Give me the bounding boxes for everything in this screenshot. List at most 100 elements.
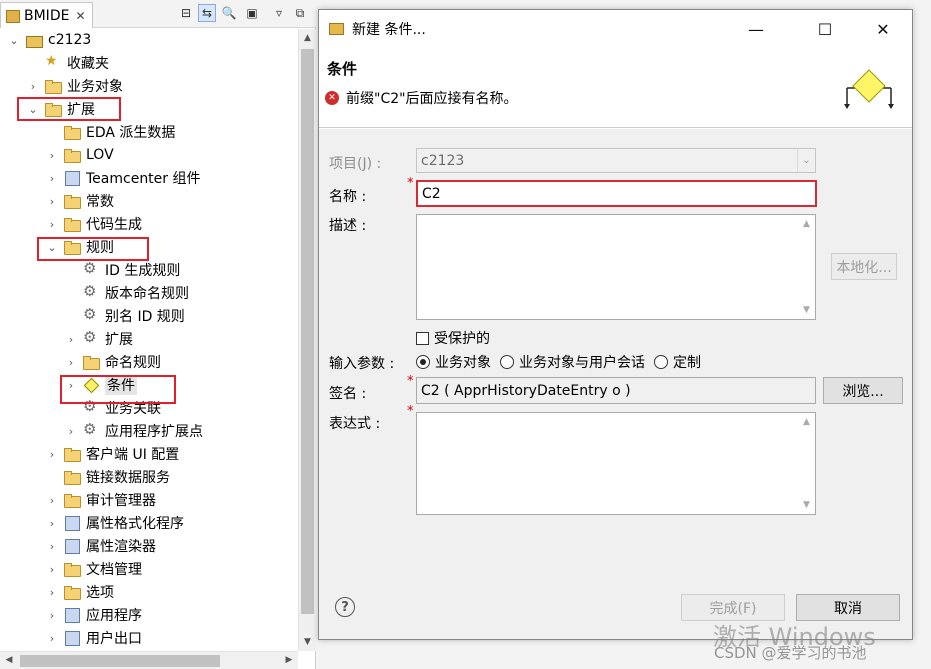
tree-item[interactable]: › 属性格式化程序 xyxy=(46,512,184,534)
chevron-right-icon[interactable]: › xyxy=(46,632,58,645)
tree-vertical-scrollbar[interactable]: ▲ ▼ xyxy=(298,29,316,651)
chevron-right-icon[interactable]: › xyxy=(65,333,77,346)
scroll-left-icon[interactable]: ◀ xyxy=(0,652,18,669)
tree-item[interactable]: 版本命名规则 xyxy=(65,282,189,304)
chevron-right-icon[interactable]: › xyxy=(46,609,58,622)
tree-item[interactable]: › 应用程序扩展点 xyxy=(65,420,203,442)
description-textarea[interactable]: ▲ ▼ xyxy=(416,214,816,320)
name-input[interactable]: C2 xyxy=(416,180,817,207)
tree-item[interactable]: › 业务对象 xyxy=(27,75,123,97)
chevron-right-icon[interactable]: › xyxy=(46,218,58,231)
tree-item-label: Teamcenter 组件 xyxy=(86,171,201,187)
tree-item[interactable]: › 审计管理器 xyxy=(46,489,156,511)
wizard-form: 项目(J) : c2123 ⌄ 名称 : * C2 描述 : ▲ ▼ 本地化..… xyxy=(319,129,912,579)
expression-scrollbar[interactable]: ▲ ▼ xyxy=(798,413,815,514)
scrollbar-thumb[interactable] xyxy=(20,655,220,667)
tree-item[interactable]: 别名 ID 规则 xyxy=(65,305,185,327)
tree-item[interactable]: › 扩展 xyxy=(65,328,133,350)
radio-label: 业务对象与用户会话 xyxy=(519,355,645,371)
chevron-right-icon[interactable]: › xyxy=(65,379,77,392)
close-tab-icon[interactable]: ✕ xyxy=(75,9,85,23)
chevron-right-icon[interactable]: › xyxy=(65,356,77,369)
tree-item[interactable]: › 用户出口 xyxy=(46,627,142,649)
description-label: 描述 : xyxy=(329,218,367,234)
help-icon[interactable]: ? xyxy=(335,597,355,617)
chevron-right-icon[interactable]: › xyxy=(46,172,58,185)
input-params-radio[interactable]: 业务对象与用户会话 xyxy=(500,352,645,372)
tree-item[interactable]: › 文档管理 xyxy=(46,558,142,580)
chevron-right-icon[interactable]: › xyxy=(65,425,77,438)
chevron-down-icon[interactable]: ⌄ xyxy=(27,103,39,116)
checkbox-box[interactable] xyxy=(416,331,429,345)
dialog-title: 新建 条件... xyxy=(352,22,426,38)
chevron-right-icon[interactable]: › xyxy=(46,448,58,461)
tree-item[interactable]: ⌄ 规则 xyxy=(46,236,114,258)
radio-button[interactable] xyxy=(654,355,668,369)
scroll-up-icon[interactable]: ▲ xyxy=(798,417,815,427)
tree-item[interactable]: › 命名规则 xyxy=(65,351,161,373)
tree-item[interactable]: ⌄ 扩展 xyxy=(27,98,95,120)
condition-wizard-graphic-icon xyxy=(844,69,894,109)
view-menu-icon[interactable]: ▿ xyxy=(270,4,288,22)
radio-button[interactable] xyxy=(416,355,430,369)
chevron-right-icon[interactable]: › xyxy=(46,586,58,599)
browse-button[interactable]: 浏览... xyxy=(823,377,903,404)
input-params-radio[interactable]: 定制 xyxy=(654,352,701,372)
minimize-button[interactable]: — xyxy=(733,10,779,48)
scroll-down-icon[interactable]: ▼ xyxy=(798,305,815,315)
tab-bmide[interactable]: BMIDE ✕ xyxy=(0,2,93,28)
expression-label: 表达式 : xyxy=(329,416,381,432)
chevron-right-icon[interactable]: › xyxy=(46,540,58,553)
tree-horizontal-scrollbar[interactable]: ◀ ▶ xyxy=(0,651,298,669)
tree-item[interactable]: › 常数 xyxy=(46,190,114,212)
maximize-button[interactable]: ☐ xyxy=(802,10,848,48)
close-button[interactable]: ✕ xyxy=(860,10,906,48)
chevron-right-icon[interactable]: › xyxy=(46,494,58,507)
scroll-right-icon[interactable]: ▶ xyxy=(280,652,298,669)
localize-button[interactable]: 本地化... xyxy=(831,253,897,280)
chevron-right-icon[interactable]: › xyxy=(46,149,58,162)
tree-item[interactable]: › 应用程序 xyxy=(46,604,142,626)
name-label: 名称 : xyxy=(329,189,367,205)
tree-item[interactable]: › Teamcenter 组件 xyxy=(46,167,201,189)
tree-item[interactable]: › 选项 xyxy=(46,581,114,603)
scroll-down-icon[interactable]: ▼ xyxy=(798,500,815,510)
input-params-radio[interactable]: 业务对象 xyxy=(416,352,491,372)
tree-item[interactable]: › 客户端 UI 配置 xyxy=(46,443,179,465)
chevron-right-icon[interactable]: › xyxy=(46,563,58,576)
chevron-right-icon[interactable]: › xyxy=(46,517,58,530)
chevron-right-icon[interactable]: › xyxy=(27,80,39,93)
tree-item[interactable]: 链接数据服务 xyxy=(46,466,170,488)
link-editor-icon[interactable]: ⇆ xyxy=(198,4,216,22)
package-icon[interactable]: ▣ xyxy=(243,4,261,22)
tree-item[interactable]: › LOV xyxy=(46,144,114,166)
protected-label: 受保护的 xyxy=(434,331,490,347)
tree-item[interactable]: ID 生成规则 xyxy=(65,259,180,281)
collapse-all-icon[interactable]: ⊟ xyxy=(177,4,195,22)
description-scrollbar[interactable]: ▲ ▼ xyxy=(798,215,815,319)
tree-item-label: 审计管理器 xyxy=(86,493,156,509)
tree-item[interactable]: 业务关联 xyxy=(65,397,161,419)
component-icon xyxy=(64,538,80,554)
search-icon[interactable]: 🔍 xyxy=(220,4,238,22)
tree-item[interactable]: › 条件 xyxy=(65,374,137,396)
scroll-up-icon[interactable]: ▲ xyxy=(299,29,316,47)
chevron-right-icon[interactable]: › xyxy=(46,195,58,208)
tree-item[interactable]: › 属性渲染器 xyxy=(46,535,156,557)
scrollbar-thumb[interactable] xyxy=(301,49,314,614)
chevron-down-icon[interactable]: ⌄ xyxy=(46,241,58,254)
protected-checkbox[interactable]: 受保护的 xyxy=(416,328,490,348)
scroll-up-icon[interactable]: ▲ xyxy=(798,219,815,229)
tree-item[interactable]: ⌄ c2123 xyxy=(8,29,91,51)
expression-textarea[interactable]: ▲ ▼ xyxy=(416,412,816,515)
rule-icon xyxy=(83,397,99,416)
name-value: C2 xyxy=(422,185,441,202)
chevron-down-icon[interactable]: ⌄ xyxy=(8,34,20,47)
maximize-icon[interactable]: ⧉ xyxy=(291,4,309,22)
tree-item[interactable]: › 代码生成 xyxy=(46,213,142,235)
scroll-down-icon[interactable]: ▼ xyxy=(299,633,316,651)
dialog-titlebar[interactable]: 新建 条件... — ☐ ✕ xyxy=(319,10,912,48)
radio-button[interactable] xyxy=(500,355,514,369)
tree-item[interactable]: 收藏夹 xyxy=(27,52,109,74)
tree-item[interactable]: EDA 派生数据 xyxy=(46,121,175,143)
